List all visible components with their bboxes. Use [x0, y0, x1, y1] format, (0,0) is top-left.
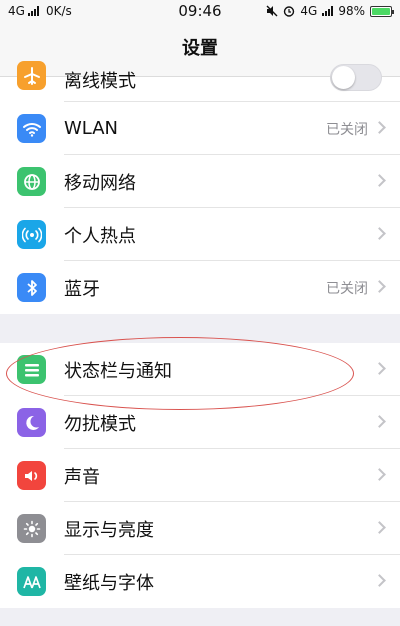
chevron-right-icon: [373, 574, 386, 587]
settings-group-connectivity: 离线模式 WLAN 已关闭 移动网络 个人热点 蓝牙 已关闭: [0, 61, 400, 314]
speaker-icon: [17, 461, 46, 490]
chevron-right-icon: [373, 174, 386, 187]
settings-row-label: 声音: [64, 466, 100, 488]
chevron-right-icon: [373, 362, 386, 375]
chevron-right-icon: [373, 468, 386, 481]
mute-icon: [266, 5, 278, 17]
settings-row-label: 离线模式: [64, 71, 136, 92]
airplane-icon: [17, 61, 46, 90]
signal-icon-2: [322, 6, 334, 16]
chevron-right-icon: [373, 227, 386, 240]
chevron-right-icon: [373, 521, 386, 534]
settings-row-label: 壁纸与字体: [64, 572, 154, 594]
settings-row-label: 状态栏与通知: [64, 360, 172, 382]
settings-row-wlan[interactable]: WLAN 已关闭: [0, 102, 400, 155]
settings-row-label: WLAN: [64, 118, 119, 139]
wifi-icon: [17, 114, 46, 143]
settings-row-label: 显示与亮度: [64, 519, 154, 541]
statusbar-icon: [17, 355, 46, 384]
alarm-icon: [284, 6, 295, 17]
battery-percent: 98%: [338, 4, 365, 18]
battery-fill: [372, 7, 390, 15]
settings-row-label: 蓝牙: [64, 278, 100, 300]
settings-row-mobile-network[interactable]: 移动网络: [0, 155, 400, 208]
hotspot-icon: [17, 220, 46, 249]
moon-icon: [17, 408, 46, 437]
wallpaper-font-icon: [17, 567, 46, 596]
chevron-right-icon: [373, 121, 386, 134]
settings-row-value: 已关闭: [326, 121, 368, 138]
settings-group-device: 状态栏与通知 勿扰模式 声音 显示与亮度 壁纸与字体: [0, 343, 400, 608]
status-right: 4G 98%: [266, 4, 394, 18]
globe-icon: [17, 167, 46, 196]
chevron-right-icon: [373, 415, 386, 428]
toggle-knob: [332, 66, 355, 89]
bluetooth-icon: [17, 273, 46, 302]
network-type-right: 4G: [300, 4, 318, 18]
brightness-icon: [17, 514, 46, 543]
settings-row-bluetooth[interactable]: 蓝牙 已关闭: [0, 261, 400, 314]
settings-row-wallpaper-font[interactable]: 壁纸与字体: [0, 555, 400, 608]
settings-row-label: 移动网络: [64, 172, 136, 194]
settings-row-label: 个人热点: [64, 225, 136, 247]
status-bar: 4G 0K/s 09:46 4G 98%: [0, 0, 400, 24]
airplane-toggle[interactable]: [330, 64, 382, 91]
settings-row-display-brightness[interactable]: 显示与亮度: [0, 502, 400, 555]
settings-row-airplane[interactable]: 离线模式: [0, 61, 400, 102]
settings-row-do-not-disturb[interactable]: 勿扰模式: [0, 396, 400, 449]
settings-row-value: 已关闭: [326, 280, 368, 297]
settings-row-label: 勿扰模式: [64, 413, 136, 435]
settings-row-hotspot[interactable]: 个人热点: [0, 208, 400, 261]
battery-icon: [370, 5, 394, 17]
settings-row-sound[interactable]: 声音: [0, 449, 400, 502]
chevron-right-icon: [373, 280, 386, 293]
settings-row-statusbar-notifications[interactable]: 状态栏与通知: [0, 343, 400, 396]
